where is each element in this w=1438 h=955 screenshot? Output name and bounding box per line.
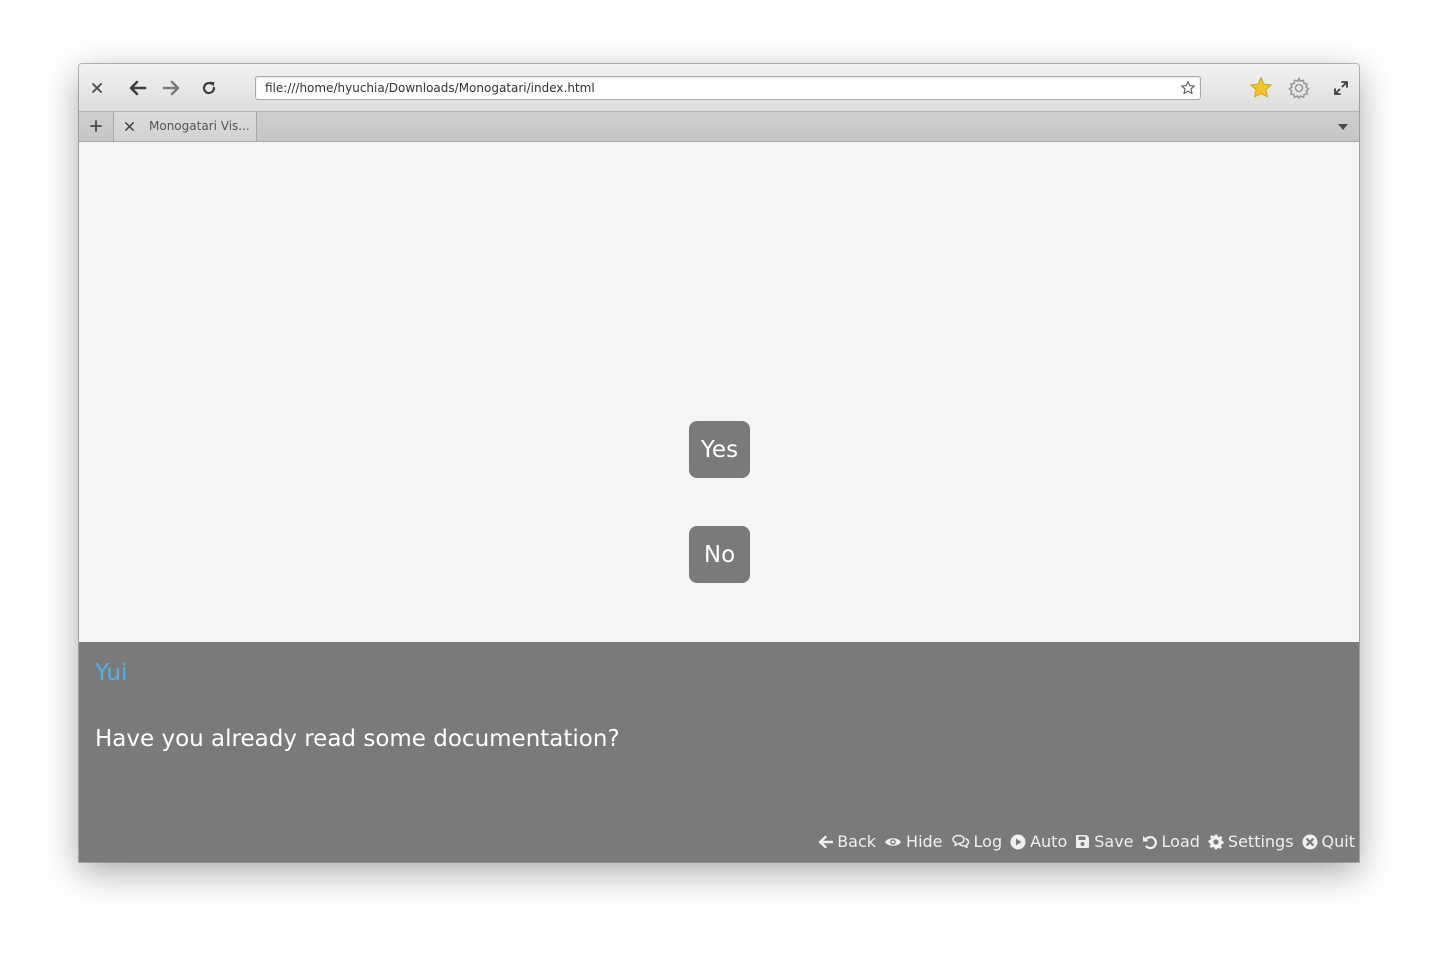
- close-window-button[interactable]: [85, 76, 109, 100]
- eye-icon: [885, 837, 902, 846]
- chevron-down-icon: [1338, 124, 1348, 130]
- tab-title: Monogatari Vis...: [149, 119, 250, 133]
- hide-button[interactable]: Hide: [884, 832, 943, 851]
- arrow-right-icon: [162, 80, 180, 96]
- gear-icon: [1288, 76, 1310, 100]
- address-bar[interactable]: [255, 76, 1201, 100]
- floppy-icon: [1076, 835, 1090, 848]
- forward-button[interactable]: [159, 76, 183, 100]
- quick-menu: Back Hide Log Auto Save Load Settings Qu…: [818, 832, 1355, 851]
- star-icon: [1250, 77, 1272, 98]
- new-tab-button[interactable]: [85, 115, 107, 137]
- arrow-left-icon: [129, 80, 147, 96]
- load-label: Load: [1161, 832, 1200, 851]
- choice-no-button[interactable]: No: [689, 526, 750, 583]
- arrow-left-icon: [818, 835, 834, 848]
- back-label: Back: [837, 832, 877, 851]
- settings-button[interactable]: [1286, 75, 1312, 101]
- quit-label: Quit: [1321, 832, 1355, 851]
- close-icon: [92, 83, 102, 93]
- bookmark-star-icon[interactable]: [1180, 80, 1196, 96]
- hide-label: Hide: [906, 832, 943, 851]
- url-input[interactable]: [265, 79, 1165, 97]
- tab-close-button[interactable]: [120, 117, 138, 135]
- settings-button[interactable]: Settings: [1208, 832, 1294, 851]
- dialog-box[interactable]: Yui Have you already read some documenta…: [79, 642, 1359, 862]
- comments-icon: [951, 834, 969, 849]
- browser-toolbar: [79, 64, 1359, 112]
- plus-icon: [90, 120, 102, 132]
- load-button[interactable]: Load: [1142, 832, 1200, 851]
- quit-button[interactable]: Quit: [1302, 832, 1355, 851]
- game-viewport: Yes No Yui Have you already read some do…: [79, 142, 1359, 862]
- tab-monogatari[interactable]: Monogatari Vis...: [113, 112, 257, 141]
- back-button[interactable]: Back: [818, 832, 876, 851]
- play-circle-icon: [1010, 834, 1026, 849]
- settings-label: Settings: [1227, 832, 1294, 851]
- save-label: Save: [1094, 832, 1134, 851]
- log-label: Log: [973, 832, 1003, 851]
- reload-icon: [202, 81, 216, 95]
- choice-yes-button[interactable]: Yes: [689, 421, 750, 478]
- speaker-name: Yui: [95, 660, 128, 686]
- gear-icon: [1208, 834, 1224, 849]
- fullscreen-button[interactable]: [1329, 76, 1353, 100]
- save-button[interactable]: Save: [1075, 832, 1134, 851]
- tab-bar: Monogatari Vis...: [79, 112, 1359, 142]
- auto-button[interactable]: Auto: [1010, 832, 1067, 851]
- bookmarks-button[interactable]: [1248, 75, 1274, 101]
- browser-window: Monogatari Vis... Yes No Yui Have you al…: [79, 64, 1359, 862]
- tab-list-button[interactable]: [1335, 119, 1351, 135]
- log-button[interactable]: Log: [951, 832, 1003, 851]
- auto-label: Auto: [1030, 832, 1068, 851]
- close-circle-icon: [1302, 834, 1318, 849]
- expand-icon: [1334, 81, 1348, 95]
- close-icon: [124, 121, 134, 131]
- dialog-text: Have you already read some documentation…: [95, 726, 620, 752]
- undo-icon: [1142, 835, 1157, 849]
- back-button[interactable]: [126, 76, 150, 100]
- reload-button[interactable]: [197, 76, 221, 100]
